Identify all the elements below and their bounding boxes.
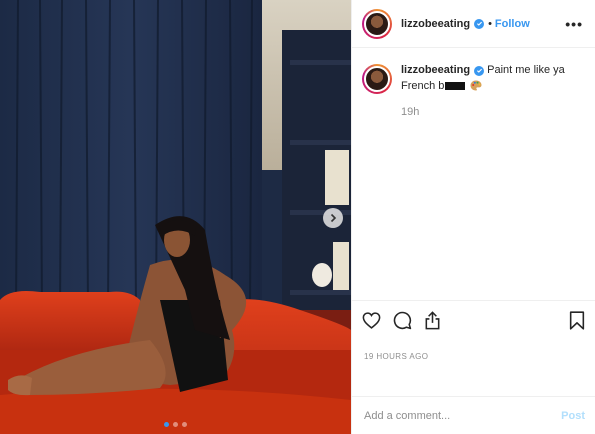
heart-icon[interactable] <box>362 312 381 329</box>
post-comment-button[interactable]: Post <box>561 410 585 422</box>
instagram-post: lizzobeeating • Follow ••• lizzobeeating… <box>0 0 595 434</box>
header-username[interactable]: lizzobeeating <box>401 18 470 30</box>
action-bar <box>352 300 595 340</box>
carousel-dot-2 <box>173 422 178 427</box>
share-icon[interactable] <box>424 311 441 330</box>
post-timestamp: 19 HOURS AGO <box>364 352 429 361</box>
bookmark-icon[interactable] <box>569 311 585 330</box>
artist-palette-icon <box>470 80 482 96</box>
post-header: lizzobeeating • Follow ••• <box>352 0 595 48</box>
carousel-dot-3 <box>182 422 187 427</box>
caption-timestamp: 19h <box>401 106 420 118</box>
comment-composer: Post <box>352 396 595 434</box>
caption-body: lizzobeeating Paint me like ya French b <box>401 62 571 96</box>
comment-input[interactable] <box>364 409 562 422</box>
post-side-panel: lizzobeeating • Follow ••• lizzobeeating… <box>351 0 595 434</box>
carousel-dot-1 <box>164 422 169 427</box>
post-photo[interactable] <box>0 0 351 434</box>
carousel-indicator <box>0 422 351 427</box>
verified-badge-icon <box>474 65 485 76</box>
censor-bar <box>445 82 466 90</box>
photo-scene <box>0 0 351 434</box>
avatar[interactable] <box>362 8 392 39</box>
header-separator: • <box>488 17 492 30</box>
comments-area: lizzobeeating Paint me like ya French b … <box>352 48 595 300</box>
verified-badge-icon <box>474 18 485 29</box>
comment-icon[interactable] <box>393 311 412 330</box>
chevron-right-icon <box>330 213 337 223</box>
caption-avatar[interactable] <box>362 64 392 94</box>
caption-username[interactable]: lizzobeeating <box>401 64 470 76</box>
caption: lizzobeeating Paint me like ya French b <box>362 62 583 96</box>
follow-button[interactable]: Follow <box>495 18 530 30</box>
carousel-next-button[interactable] <box>323 208 343 228</box>
more-options-icon[interactable]: ••• <box>565 16 583 32</box>
